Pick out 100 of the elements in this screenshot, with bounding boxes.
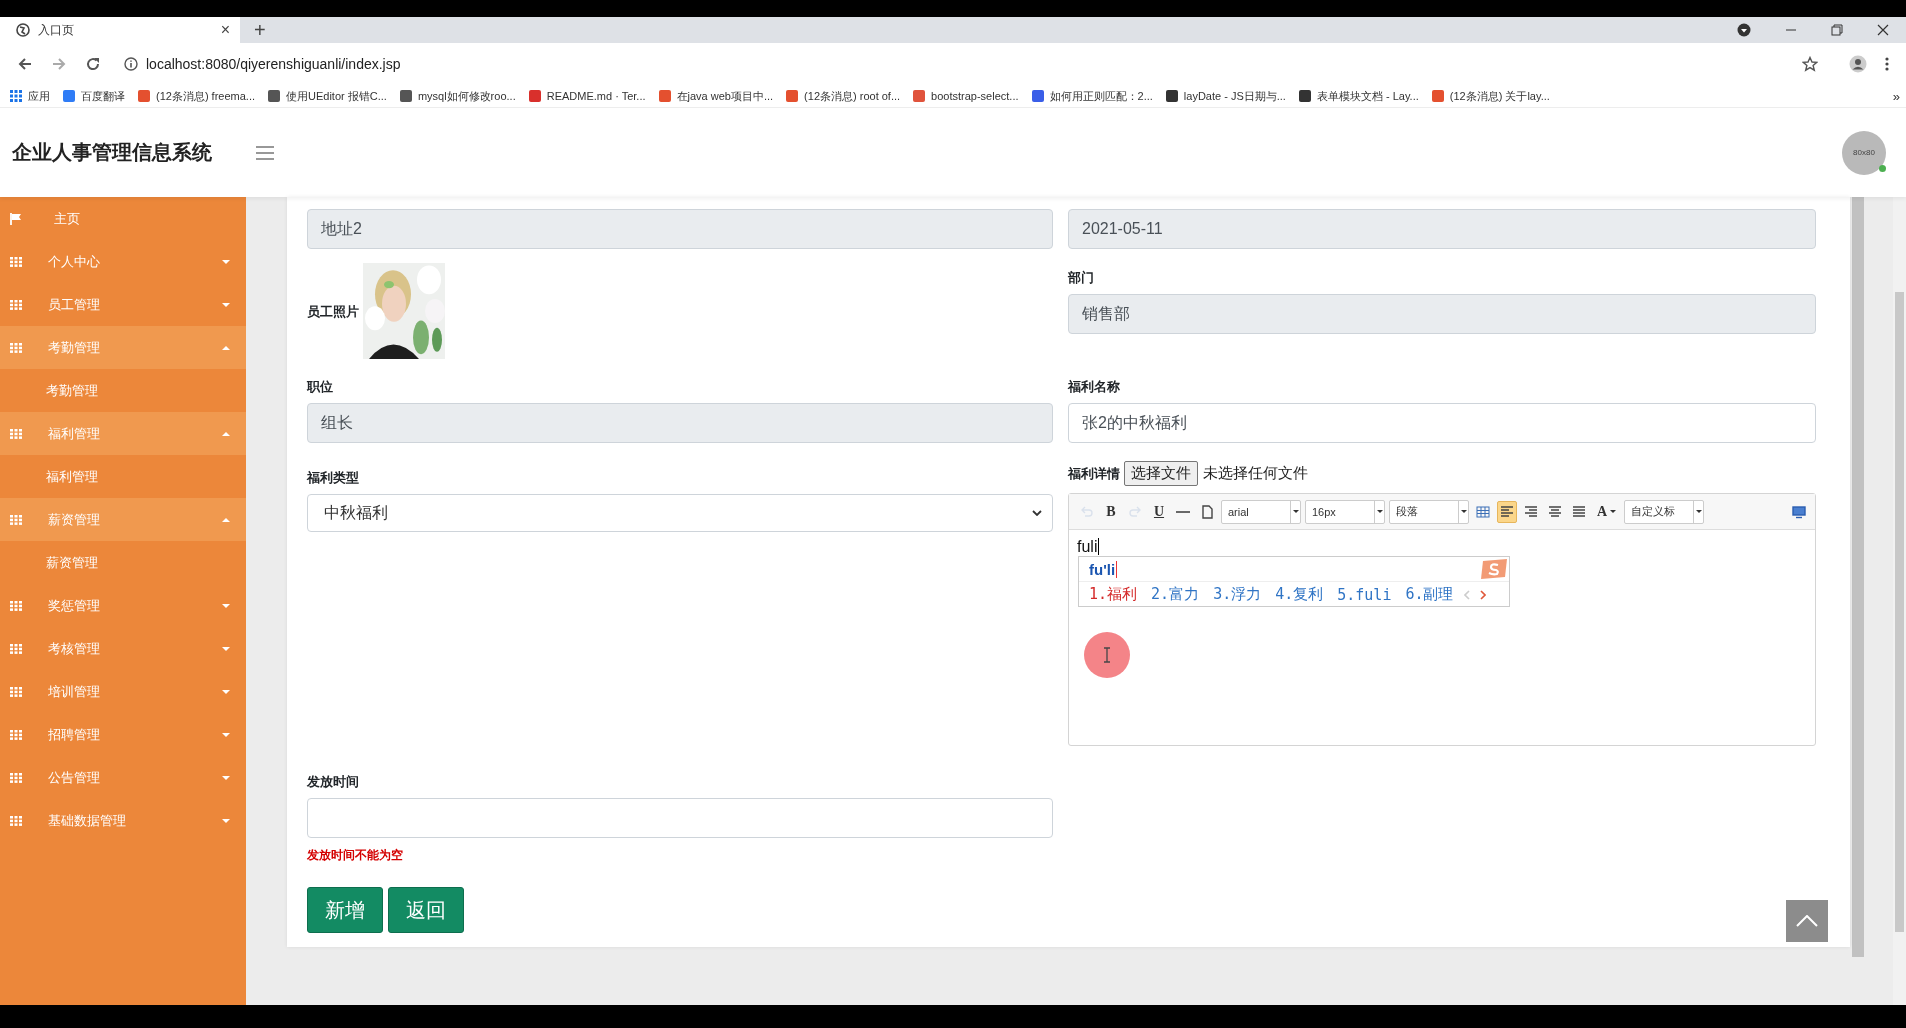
browser-tab[interactable]: 入口页 × bbox=[0, 17, 240, 43]
click-indicator-icon bbox=[1084, 632, 1130, 678]
toolbar-select[interactable]: 自定义标 bbox=[1624, 499, 1705, 524]
caret-down-icon bbox=[1460, 510, 1467, 513]
page-icon bbox=[1200, 504, 1214, 519]
caret-down-icon bbox=[1292, 510, 1299, 513]
avatar[interactable]: 80x80 bbox=[1842, 130, 1886, 175]
preview-icon bbox=[1792, 504, 1806, 519]
field-label: 福利名称 bbox=[1068, 379, 1121, 394]
field-label: 福利类型 bbox=[307, 470, 360, 485]
ime-candidate[interactable]: 4.复利 bbox=[1275, 585, 1324, 604]
caret-down-icon bbox=[1376, 510, 1383, 513]
back-to-top-button[interactable] bbox=[1786, 900, 1828, 942]
grid-icon bbox=[10, 514, 22, 525]
date-field[interactable]: 2021-05-11 bbox=[1068, 209, 1816, 249]
align-left-button[interactable] bbox=[1497, 500, 1517, 523]
field-label: 福利详情 bbox=[1068, 465, 1120, 481]
bookmark-link[interactable]: (12条消息) 关于lay... bbox=[1431, 88, 1550, 104]
chevron-down-icon bbox=[1032, 510, 1042, 516]
welfare-type-select[interactable]: 中秋福利 bbox=[307, 494, 1053, 532]
scrollbar[interactable] bbox=[1852, 197, 1864, 957]
address-bar[interactable]: localhost:8080/qiyerenshiguanli/index.jsp bbox=[114, 49, 1830, 79]
caret-down-icon bbox=[222, 732, 230, 737]
info-icon bbox=[124, 57, 138, 71]
bookmark-link[interactable]: layDate - JS日期与... bbox=[1165, 88, 1286, 104]
welfare-name-field[interactable]: 张2的中秋福利 bbox=[1068, 403, 1816, 443]
caret-down-icon bbox=[1610, 510, 1617, 513]
reload-icon[interactable] bbox=[85, 56, 101, 72]
ime-candidate[interactable]: 1.福利 bbox=[1089, 585, 1138, 604]
more-bookmarks-button[interactable]: » bbox=[1892, 88, 1900, 104]
toolbar-select[interactable]: 16px bbox=[1305, 499, 1385, 524]
bookmark-link[interactable]: 如何用正则匹配：2... bbox=[1031, 88, 1153, 104]
field-label: 部门 bbox=[1068, 270, 1095, 285]
ime-candidate[interactable]: 6.副理 bbox=[1405, 585, 1454, 604]
tab-title: 入口页 bbox=[38, 21, 75, 39]
underline-button[interactable]: U bbox=[1149, 500, 1169, 523]
flag-icon bbox=[10, 212, 22, 225]
bold-button[interactable]: B bbox=[1101, 500, 1121, 523]
tab-close-button[interactable]: × bbox=[220, 21, 230, 39]
field-label: 发放时间 bbox=[307, 774, 360, 789]
toolbar-select[interactable]: 段落 bbox=[1389, 499, 1469, 524]
dropdown-circle-icon[interactable] bbox=[1737, 23, 1751, 37]
toolbar-select[interactable]: arial bbox=[1221, 499, 1301, 524]
grid-icon bbox=[10, 643, 22, 654]
ime-candidate[interactable]: 2.富力 bbox=[1151, 585, 1200, 604]
department-field[interactable]: 销售部 bbox=[1068, 294, 1816, 334]
app-title: 企业人事管理信息系统 bbox=[12, 140, 212, 165]
caret-down-icon bbox=[222, 689, 230, 694]
caret-down-icon bbox=[222, 603, 230, 608]
back-arrow-icon[interactable] bbox=[17, 56, 33, 72]
editor-text: fuli bbox=[1077, 538, 1100, 555]
form-button[interactable]: 返回 bbox=[388, 887, 464, 933]
scrollbar[interactable] bbox=[1893, 197, 1906, 1005]
bookmark-link[interactable]: 百度翻译 bbox=[63, 88, 125, 104]
caret-down-icon bbox=[222, 775, 230, 780]
globe-icon bbox=[16, 23, 30, 37]
menu-icon[interactable] bbox=[1885, 56, 1889, 72]
close-icon[interactable] bbox=[1877, 24, 1889, 36]
choose-file-button[interactable]: 选择文件 bbox=[1124, 460, 1198, 486]
restore-icon[interactable] bbox=[1831, 24, 1843, 36]
bookmark-link[interactable]: mysql如何修改roo... bbox=[399, 88, 516, 104]
issue-time-field[interactable] bbox=[307, 798, 1053, 838]
error-message: 发放时间不能为空 bbox=[307, 847, 404, 864]
bookmark-link[interactable]: 应用 bbox=[10, 88, 50, 104]
bookmark-link[interactable]: 表单模块文档 - Lay... bbox=[1298, 88, 1419, 104]
form-button[interactable]: 新增 bbox=[307, 887, 383, 933]
caret-down-icon bbox=[222, 302, 230, 307]
star-icon[interactable] bbox=[1802, 56, 1818, 72]
bookmark-link[interactable]: README.md · Ter... bbox=[528, 90, 646, 102]
chevron-up-icon bbox=[1796, 915, 1818, 927]
position-field[interactable]: 组长 bbox=[307, 403, 1053, 443]
grid-icon bbox=[10, 428, 22, 439]
url-text: localhost:8080/qiyerenshiguanli/index.jsp bbox=[146, 56, 401, 72]
caret-down-icon bbox=[1695, 510, 1702, 513]
bookmark-link[interactable]: 使用UEditor 报错C... bbox=[268, 88, 387, 104]
new-tab-button[interactable]: + bbox=[240, 17, 280, 43]
caret-up-icon bbox=[222, 345, 230, 350]
field-label: 职位 bbox=[307, 379, 334, 394]
caret-down-icon bbox=[222, 818, 230, 823]
grid-icon bbox=[10, 342, 22, 353]
ime-candidate[interactable]: 3.浮力 bbox=[1213, 585, 1262, 604]
grid-icon bbox=[10, 772, 22, 783]
color-button[interactable]: A bbox=[1593, 500, 1621, 523]
grid-icon bbox=[10, 256, 22, 267]
address-field[interactable]: 地址2 bbox=[307, 209, 1053, 249]
field-label: 员工照片 bbox=[307, 303, 359, 319]
caret-up-icon bbox=[222, 517, 230, 522]
ime-candidate[interactable]: 5.fuli bbox=[1337, 585, 1392, 604]
bookmark-link[interactable]: bootstrap-select... bbox=[913, 90, 1019, 102]
undo-icon bbox=[1080, 504, 1094, 519]
grid-icon bbox=[10, 729, 22, 740]
grid-icon bbox=[10, 299, 22, 310]
bookmark-link[interactable]: (12条消息) root of... bbox=[786, 88, 901, 104]
chevron-right-icon[interactable] bbox=[1479, 589, 1486, 600]
align-left-icon bbox=[1500, 504, 1514, 519]
ime-composition: fu'li bbox=[1089, 560, 1118, 578]
profile-icon[interactable] bbox=[1849, 55, 1867, 73]
bookmark-link[interactable]: 在java web项目中... bbox=[658, 88, 774, 104]
bookmark-link[interactable]: (12条消息) freema... bbox=[138, 88, 256, 104]
grid-icon bbox=[10, 815, 22, 826]
